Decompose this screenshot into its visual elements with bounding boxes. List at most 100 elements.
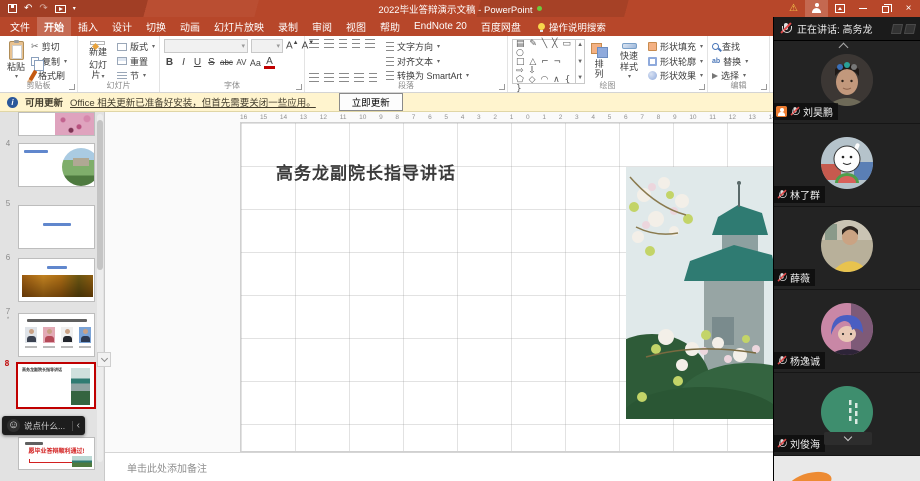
- copy-button[interactable]: 复制▾: [31, 55, 67, 68]
- tab-help[interactable]: 帮助: [373, 17, 407, 36]
- tab-view[interactable]: 视图: [339, 17, 373, 36]
- shapes-gallery-scroll[interactable]: ▲▼▼: [575, 40, 584, 83]
- tab-insert[interactable]: 插入: [71, 17, 105, 36]
- thumbnail-slide-6[interactable]: [18, 258, 95, 302]
- numbering-button[interactable]: [324, 39, 334, 48]
- ruler-number: 8: [395, 114, 399, 121]
- paste-button[interactable]: 粘贴 ▾: [4, 39, 28, 83]
- font-name-select[interactable]: ▾: [164, 39, 248, 53]
- shape-fill-button[interactable]: 形状填充▾: [648, 40, 703, 53]
- clear-formatting-button[interactable]: abc: [220, 59, 233, 67]
- undo-icon[interactable]: ↶: [24, 4, 32, 14]
- view-grid-icon[interactable]: [904, 24, 916, 34]
- tab-baidu-netdisk[interactable]: 百度网盘: [474, 17, 528, 36]
- restore-button[interactable]: [874, 0, 897, 17]
- shape-outline-button[interactable]: 形状轮廓▾: [648, 55, 703, 68]
- scroll-down-participants-button[interactable]: [824, 432, 872, 445]
- increase-indent-button[interactable]: [352, 39, 360, 48]
- font-size-select[interactable]: ▾: [251, 39, 283, 53]
- strikethrough-button[interactable]: S: [206, 58, 217, 68]
- tab-record[interactable]: 录制: [271, 17, 305, 36]
- minimize-button[interactable]: [851, 0, 874, 17]
- drawing-dialog-launcher[interactable]: [699, 84, 705, 90]
- slide-pagoda-image[interactable]: [626, 167, 778, 419]
- thumbnail-scrollbar-thumb[interactable]: [97, 120, 103, 270]
- align-text-button[interactable]: 对齐文本▾: [386, 55, 469, 68]
- tell-me-search[interactable]: 操作说明搜索: [538, 17, 606, 36]
- thumbnail-slide-7[interactable]: [18, 313, 95, 357]
- tab-animations[interactable]: 动画: [173, 17, 207, 36]
- font-dialog-launcher[interactable]: [296, 84, 302, 90]
- reset-button[interactable]: 重置: [117, 55, 155, 68]
- decrease-indent-button[interactable]: [339, 39, 347, 48]
- tab-file[interactable]: 文件: [3, 17, 37, 36]
- cut-button[interactable]: ✂剪切: [31, 40, 67, 53]
- thumbnail-slide-8-selected[interactable]: 高务龙副院长指导讲话: [16, 362, 96, 409]
- thumbnail-slide-5[interactable]: [18, 205, 95, 249]
- update-warning-icon[interactable]: ⚠: [782, 0, 805, 17]
- tab-home[interactable]: 开始: [37, 17, 71, 36]
- chat-placeholder[interactable]: 说点什么...: [24, 420, 68, 432]
- thumbnail-slide-3-partial[interactable]: [18, 112, 95, 136]
- collapse-chat-icon[interactable]: ‹: [77, 421, 80, 431]
- notification-message[interactable]: Office 相关更新已准备好安装，但首先需要关闭一些应用。: [70, 95, 316, 109]
- start-slideshow-icon[interactable]: [55, 5, 66, 13]
- font-color-button[interactable]: A: [264, 57, 275, 69]
- ruler-number: 1: [510, 114, 514, 121]
- scrollbar-corner-button[interactable]: [97, 352, 111, 367]
- view-layout-icon[interactable]: [891, 24, 903, 34]
- clipboard-dialog-launcher[interactable]: [69, 84, 75, 90]
- notes-pane[interactable]: 单击此处添加备注: [105, 452, 778, 481]
- tab-transitions[interactable]: 切换: [139, 17, 173, 36]
- bullets-button[interactable]: [309, 39, 319, 48]
- tab-endnote[interactable]: EndNote 20: [407, 17, 474, 36]
- ruler-number: 15: [260, 114, 267, 121]
- thumbnail-slide-4[interactable]: [18, 143, 95, 187]
- smiley-icon[interactable]: ☺: [7, 419, 20, 432]
- arrange-button[interactable]: 排列: [588, 39, 610, 83]
- tab-review[interactable]: 审阅: [305, 17, 339, 36]
- thumbnail-scrollbar[interactable]: [97, 114, 103, 462]
- bold-button[interactable]: B: [164, 58, 175, 68]
- slide6-title-bar: [47, 266, 67, 269]
- participant-tile-1[interactable]: 刘昊鹏: [774, 41, 920, 124]
- account-button[interactable]: [805, 0, 828, 17]
- tab-design[interactable]: 设计: [105, 17, 139, 36]
- thumbnail-slide-9-partial[interactable]: 愿毕业答辩顺利通过!: [18, 437, 95, 470]
- grow-font-button[interactable]: A▲: [286, 40, 299, 51]
- text-direction-button[interactable]: 文字方向▾: [386, 40, 469, 53]
- meeting-chat-quick-input[interactable]: ☺ 说点什么... ‹: [2, 416, 85, 435]
- customize-qat-icon[interactable]: ▾: [73, 5, 76, 12]
- slide-canvas[interactable]: 高务龙副院长指导讲话: [240, 122, 800, 452]
- new-slide-button[interactable]: 新建 幻灯片▾: [82, 39, 114, 83]
- presence-indicator: [537, 6, 542, 11]
- ruler-number: 7: [640, 114, 644, 121]
- slide-title-textbox[interactable]: 高务龙副院长指导讲话: [276, 159, 456, 184]
- close-button[interactable]: ×: [897, 0, 920, 17]
- participant-tile-4[interactable]: 杨逸诚: [774, 290, 920, 373]
- paragraph-dialog-launcher[interactable]: [499, 84, 505, 90]
- editing-dialog-launcher[interactable]: [761, 84, 767, 90]
- underline-button[interactable]: U: [192, 58, 203, 68]
- find-button[interactable]: 查找: [712, 40, 748, 53]
- scroll-up-icon[interactable]: [839, 43, 849, 53]
- notes-placeholder[interactable]: 单击此处添加备注: [127, 460, 207, 475]
- save-icon[interactable]: [8, 4, 17, 13]
- layout-button[interactable]: 版式▾: [117, 40, 155, 53]
- italic-button[interactable]: I: [178, 58, 189, 68]
- change-case-button[interactable]: Aa: [250, 59, 261, 68]
- copy-icon: [31, 57, 39, 66]
- quick-styles-button[interactable]: 快速样式 ▾: [613, 39, 645, 83]
- update-now-button[interactable]: 立即更新: [339, 93, 403, 111]
- tab-slideshow[interactable]: 幻灯片放映: [207, 17, 271, 36]
- mic-muted-icon[interactable]: [780, 22, 792, 35]
- line-spacing-button[interactable]: [365, 39, 375, 48]
- replace-button[interactable]: ab替换▾: [712, 55, 748, 68]
- participant-tile-2[interactable]: 林了群: [774, 124, 920, 207]
- text-direction-icon: [386, 42, 394, 51]
- shapes-gallery[interactable]: ▤ ✎ ╲ ╳ ▭ ○ □ △ ⌐ ¬ ⇨ ⇩ ⬠ ◇ ◠ ∧ { } ▲▼▼: [512, 39, 585, 84]
- ribbon-display-options-button[interactable]: [828, 0, 851, 17]
- character-spacing-button[interactable]: AV: [236, 59, 247, 67]
- redo-icon[interactable]: ↷: [39, 4, 47, 14]
- participant-tile-3[interactable]: 薛薇: [774, 207, 920, 290]
